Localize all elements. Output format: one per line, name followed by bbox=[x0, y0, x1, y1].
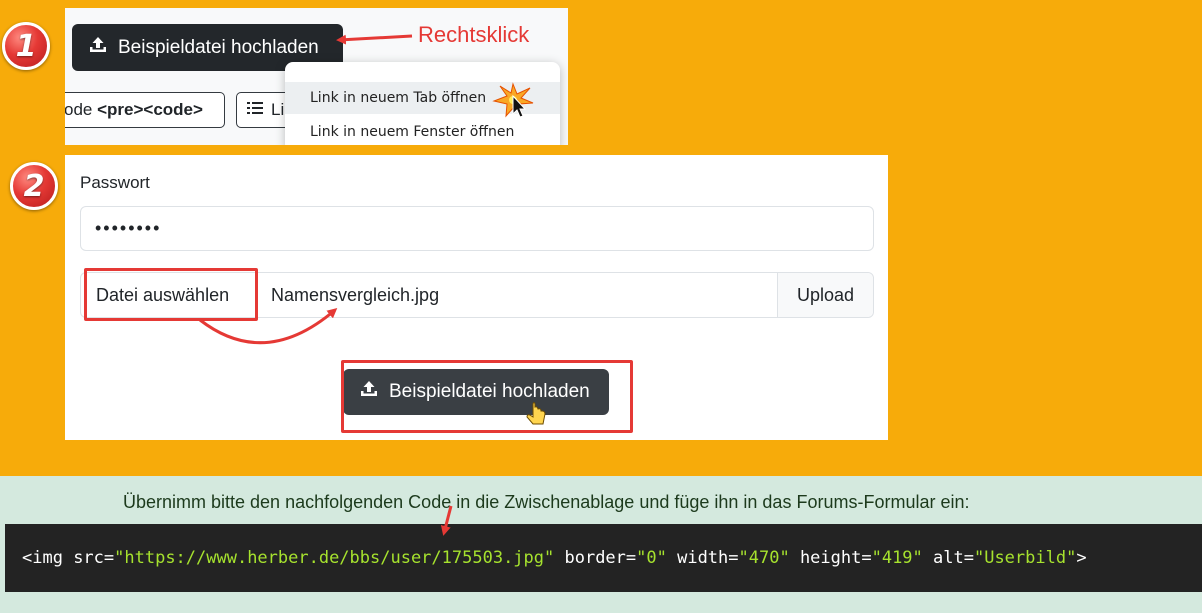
code-value-alt: "Userbild" bbox=[973, 548, 1077, 568]
instruction-text: Übernimm bitte den nachfolgenden Code in… bbox=[123, 492, 970, 512]
code-button-prefix: ode bbox=[65, 100, 98, 119]
code-attr-src: src= bbox=[73, 548, 115, 568]
upload-icon bbox=[88, 35, 108, 61]
upload-sample-file-label: Beispieldatei hochladen bbox=[118, 36, 319, 58]
code-tag-open: <img bbox=[22, 548, 74, 568]
code-value-width: "470" bbox=[738, 548, 790, 568]
code-attr-alt: alt= bbox=[922, 548, 974, 568]
code-value-height: "419" bbox=[871, 548, 923, 568]
image-code-snippet[interactable]: <img src="https://www.herber.de/bbs/user… bbox=[22, 548, 1087, 568]
context-menu-item-open-new-window[interactable]: Link in neuem Fenster öffnen bbox=[285, 116, 560, 145]
code-attr-width: width= bbox=[666, 548, 739, 568]
context-menu-item-label: Link in neuem Fenster öffnen bbox=[310, 124, 515, 140]
context-menu: Link in neuem Tab öffnen Link in neuem F… bbox=[285, 62, 560, 145]
password-label: Passwort bbox=[80, 173, 150, 192]
code-pre-button[interactable]: ode <pre> <code> bbox=[65, 92, 225, 128]
selected-file-name: Namensvergleich.jpg bbox=[271, 284, 440, 305]
code-value-src: "https://www.herber.de/bbs/user/175503.j… bbox=[114, 548, 555, 568]
code-value-border: "0" bbox=[636, 548, 667, 568]
list-button-label: Li bbox=[271, 100, 285, 119]
code-attr-border: border= bbox=[554, 548, 637, 568]
step-1-badge: 1 bbox=[2, 22, 50, 70]
context-menu-item-open-new-tab[interactable]: Link in neuem Tab öffnen bbox=[285, 82, 560, 114]
upload-button[interactable]: Upload bbox=[777, 273, 873, 317]
password-input[interactable]: •••••••• bbox=[80, 206, 874, 251]
code-attr-height: height= bbox=[789, 548, 872, 568]
right-click-annotation: Rechtsklick bbox=[418, 22, 530, 47]
code-button-pre: <pre> bbox=[97, 100, 144, 119]
code-button-code: <code> bbox=[143, 100, 203, 119]
step-2-badge: 2 bbox=[10, 162, 58, 210]
context-menu-item-label: Link in neuem Tab öffnen bbox=[310, 90, 487, 106]
step-3-panel: Übernimm bitte den nachfolgenden Code in… bbox=[0, 476, 1202, 613]
highlight-upload-sample-button bbox=[341, 360, 633, 433]
highlight-choose-file bbox=[84, 268, 258, 321]
code-tag-close: > bbox=[1076, 548, 1087, 568]
list-icon bbox=[247, 100, 263, 120]
